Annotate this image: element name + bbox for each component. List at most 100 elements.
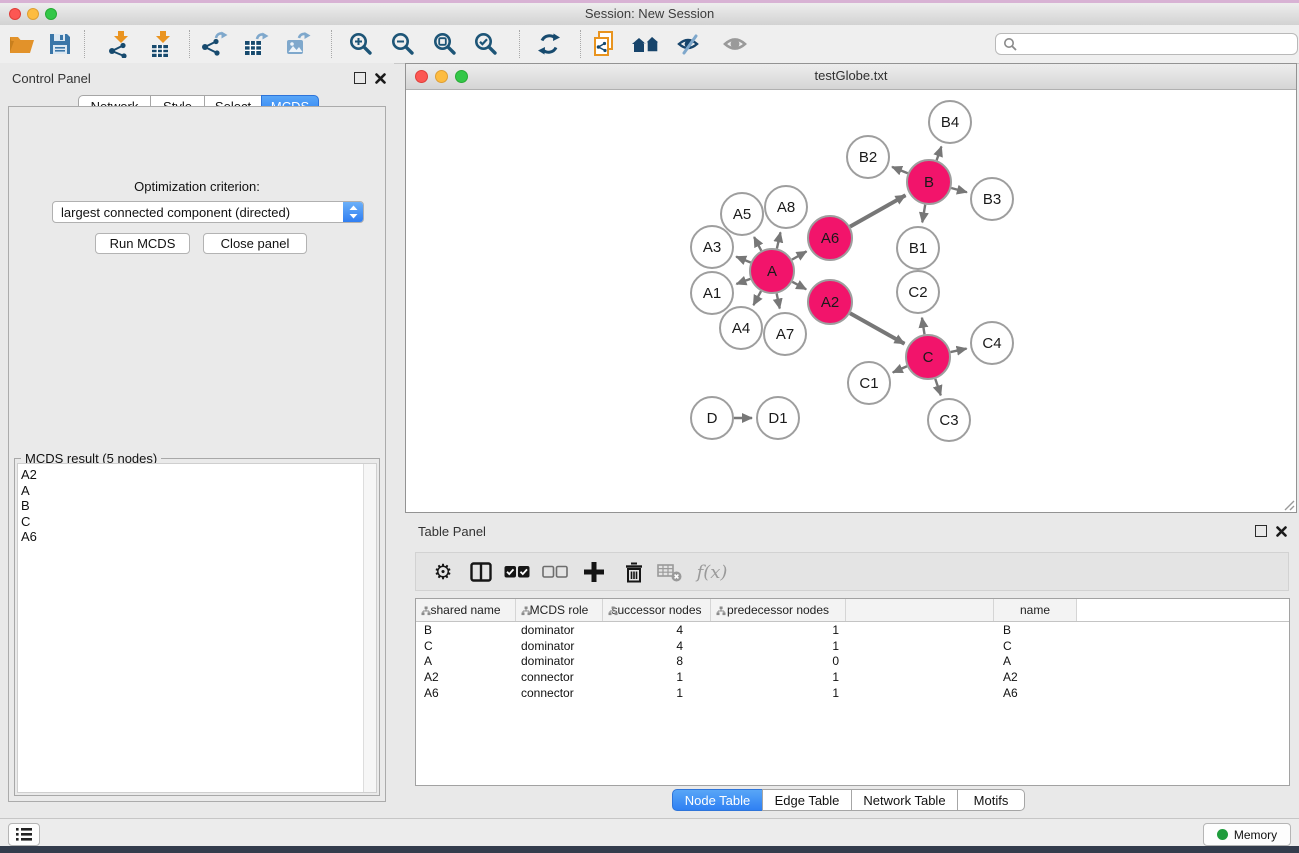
window-resize-handle[interactable] (1282, 498, 1295, 511)
task-history-button[interactable] (8, 823, 40, 846)
graph-node-D1[interactable]: D1 (757, 397, 799, 439)
zoom-in-button[interactable] (345, 29, 377, 59)
network-canvas[interactable]: B4 B2 B B3 A5A8A6 B1 A3 A C2 A1 A2 A4A7 C4 C C1 C3 D D1 (406, 89, 1296, 512)
graph-edge-B-B4[interactable] (937, 147, 942, 161)
show-all-button[interactable] (719, 29, 751, 59)
close-panel-button[interactable]: Close panel (203, 233, 307, 254)
graph-node-B4[interactable]: B4 (929, 101, 971, 143)
select-all-button[interactable] (502, 557, 532, 587)
list-scrollbar[interactable] (363, 464, 376, 792)
import-table-button[interactable] (146, 29, 178, 59)
add-column-button[interactable] (579, 557, 609, 587)
graph-edge-A-A7[interactable] (777, 294, 780, 309)
column-header-MCDS-role[interactable]: MCDS role (516, 599, 603, 621)
graph-node-C4[interactable]: C4 (971, 322, 1013, 364)
graph-edge-A-A1[interactable] (736, 279, 750, 284)
export-table-button[interactable] (240, 29, 272, 59)
save-floppy-icon (48, 32, 72, 56)
graph-edge-C-C4[interactable] (950, 349, 966, 353)
tab-edge-table[interactable]: Edge Table (762, 789, 852, 811)
float-table-panel-icon[interactable] (1255, 525, 1267, 537)
zoom-fit-button[interactable] (429, 29, 461, 59)
graph-node-C1[interactable]: C1 (848, 362, 890, 404)
graph-node-A7[interactable]: A7 (764, 313, 806, 355)
zoom-selected-button[interactable] (470, 29, 502, 59)
tab-motifs[interactable]: Motifs (957, 789, 1025, 811)
delete-table-button[interactable] (655, 557, 685, 587)
deselect-all-button[interactable] (540, 557, 570, 587)
hide-selected-button[interactable] (674, 29, 706, 59)
clone-network-button[interactable] (588, 29, 620, 59)
export-network-button[interactable] (198, 29, 230, 59)
graph-edge-B-B3[interactable] (951, 188, 967, 192)
graph-edge-B-B2[interactable] (892, 167, 908, 173)
run-mcds-button[interactable]: Run MCDS (95, 233, 190, 254)
graph-node-B1[interactable]: B1 (897, 227, 939, 269)
export-image-button[interactable] (282, 29, 314, 59)
graph-edge-C-C3[interactable] (935, 379, 941, 396)
graph-edge-A6-B[interactable] (850, 195, 905, 226)
save-session-button[interactable] (44, 29, 76, 59)
graph-node-B3[interactable]: B3 (971, 178, 1013, 220)
first-neighbors-button[interactable] (630, 29, 662, 59)
graph-node-B2[interactable]: B2 (847, 136, 889, 178)
table-options-button[interactable]: ⚙ (428, 557, 458, 587)
close-panel-icon[interactable] (375, 73, 386, 84)
tab-node-table[interactable]: Node Table (672, 789, 763, 811)
graph-node-C[interactable]: C (906, 335, 950, 379)
graph-node-A5[interactable]: A5 (721, 193, 763, 235)
zoom-out-button[interactable] (387, 29, 419, 59)
close-table-panel-icon[interactable] (1276, 526, 1287, 537)
column-header-name[interactable]: name (994, 599, 1077, 621)
column-header-shared-name[interactable]: shared name (416, 599, 516, 621)
graph-edge-A-A6[interactable] (792, 251, 807, 259)
graph-node-B[interactable]: B (907, 160, 951, 204)
criterion-dropdown[interactable]: largest connected component (directed) (52, 201, 364, 223)
graph-edge-A-A8[interactable] (777, 232, 781, 248)
graph-node-A3[interactable]: A3 (691, 226, 733, 268)
graph-edge-A-A4[interactable] (753, 291, 761, 305)
graph-node-C2[interactable]: C2 (897, 271, 939, 313)
delete-column-button[interactable] (619, 557, 649, 587)
mcds-result-list[interactable]: A2ABCA6 (17, 463, 377, 793)
mcds-result-item[interactable]: A2 (21, 467, 362, 483)
graph-edge-C-C2[interactable] (922, 318, 925, 335)
table-row[interactable]: A6connector11A6 (416, 685, 1289, 701)
graph-node-A6[interactable]: A6 (808, 216, 852, 260)
refresh-layout-button[interactable] (533, 29, 565, 59)
mcds-result-item[interactable]: B (21, 498, 362, 514)
search-field[interactable] (995, 33, 1298, 55)
graph-node-A8[interactable]: A8 (765, 186, 807, 228)
memory-button[interactable]: Memory (1203, 823, 1291, 846)
graph-edge-A-A5[interactable] (754, 237, 761, 251)
graph-edge-B-B1[interactable] (922, 205, 925, 223)
table-row[interactable]: Cdominator41C (416, 638, 1289, 654)
graph-node-A1[interactable]: A1 (691, 272, 733, 314)
mcds-result-item[interactable]: C (21, 514, 362, 530)
graph-node-A4[interactable]: A4 (720, 307, 762, 349)
network-window-titlebar[interactable]: testGlobe.txt (406, 64, 1296, 90)
column-header-empty[interactable] (846, 599, 994, 621)
column-header-successor-nodes[interactable]: successor nodes (603, 599, 711, 621)
float-panel-icon[interactable] (354, 72, 366, 84)
graph-edge-A2-C[interactable] (850, 313, 904, 344)
graph-node-A2[interactable]: A2 (808, 280, 852, 324)
graph-node-A[interactable]: A (750, 249, 794, 293)
import-network-button[interactable] (104, 29, 136, 59)
open-session-button[interactable] (6, 29, 38, 59)
search-input[interactable] (1018, 36, 1272, 52)
table-row[interactable]: Bdominator41B (416, 622, 1289, 638)
mcds-result-item[interactable]: A (21, 483, 362, 499)
table-row[interactable]: Adominator80A (416, 653, 1289, 669)
table-row[interactable]: A2connector11A2 (416, 669, 1289, 685)
graph-node-C3[interactable]: C3 (928, 399, 970, 441)
function-builder-button[interactable]: f(x) (692, 557, 732, 587)
column-header-predecessor-nodes[interactable]: predecessor nodes (711, 599, 846, 621)
graph-node-D[interactable]: D (691, 397, 733, 439)
mcds-result-item[interactable]: A6 (21, 529, 362, 545)
graph-edge-A-A3[interactable] (736, 257, 751, 263)
graph-edge-C-C1[interactable] (893, 366, 907, 372)
tab-network-table[interactable]: Network Table (851, 789, 958, 811)
show-columns-button[interactable] (466, 557, 496, 587)
graph-edge-A-A2[interactable] (792, 282, 806, 289)
